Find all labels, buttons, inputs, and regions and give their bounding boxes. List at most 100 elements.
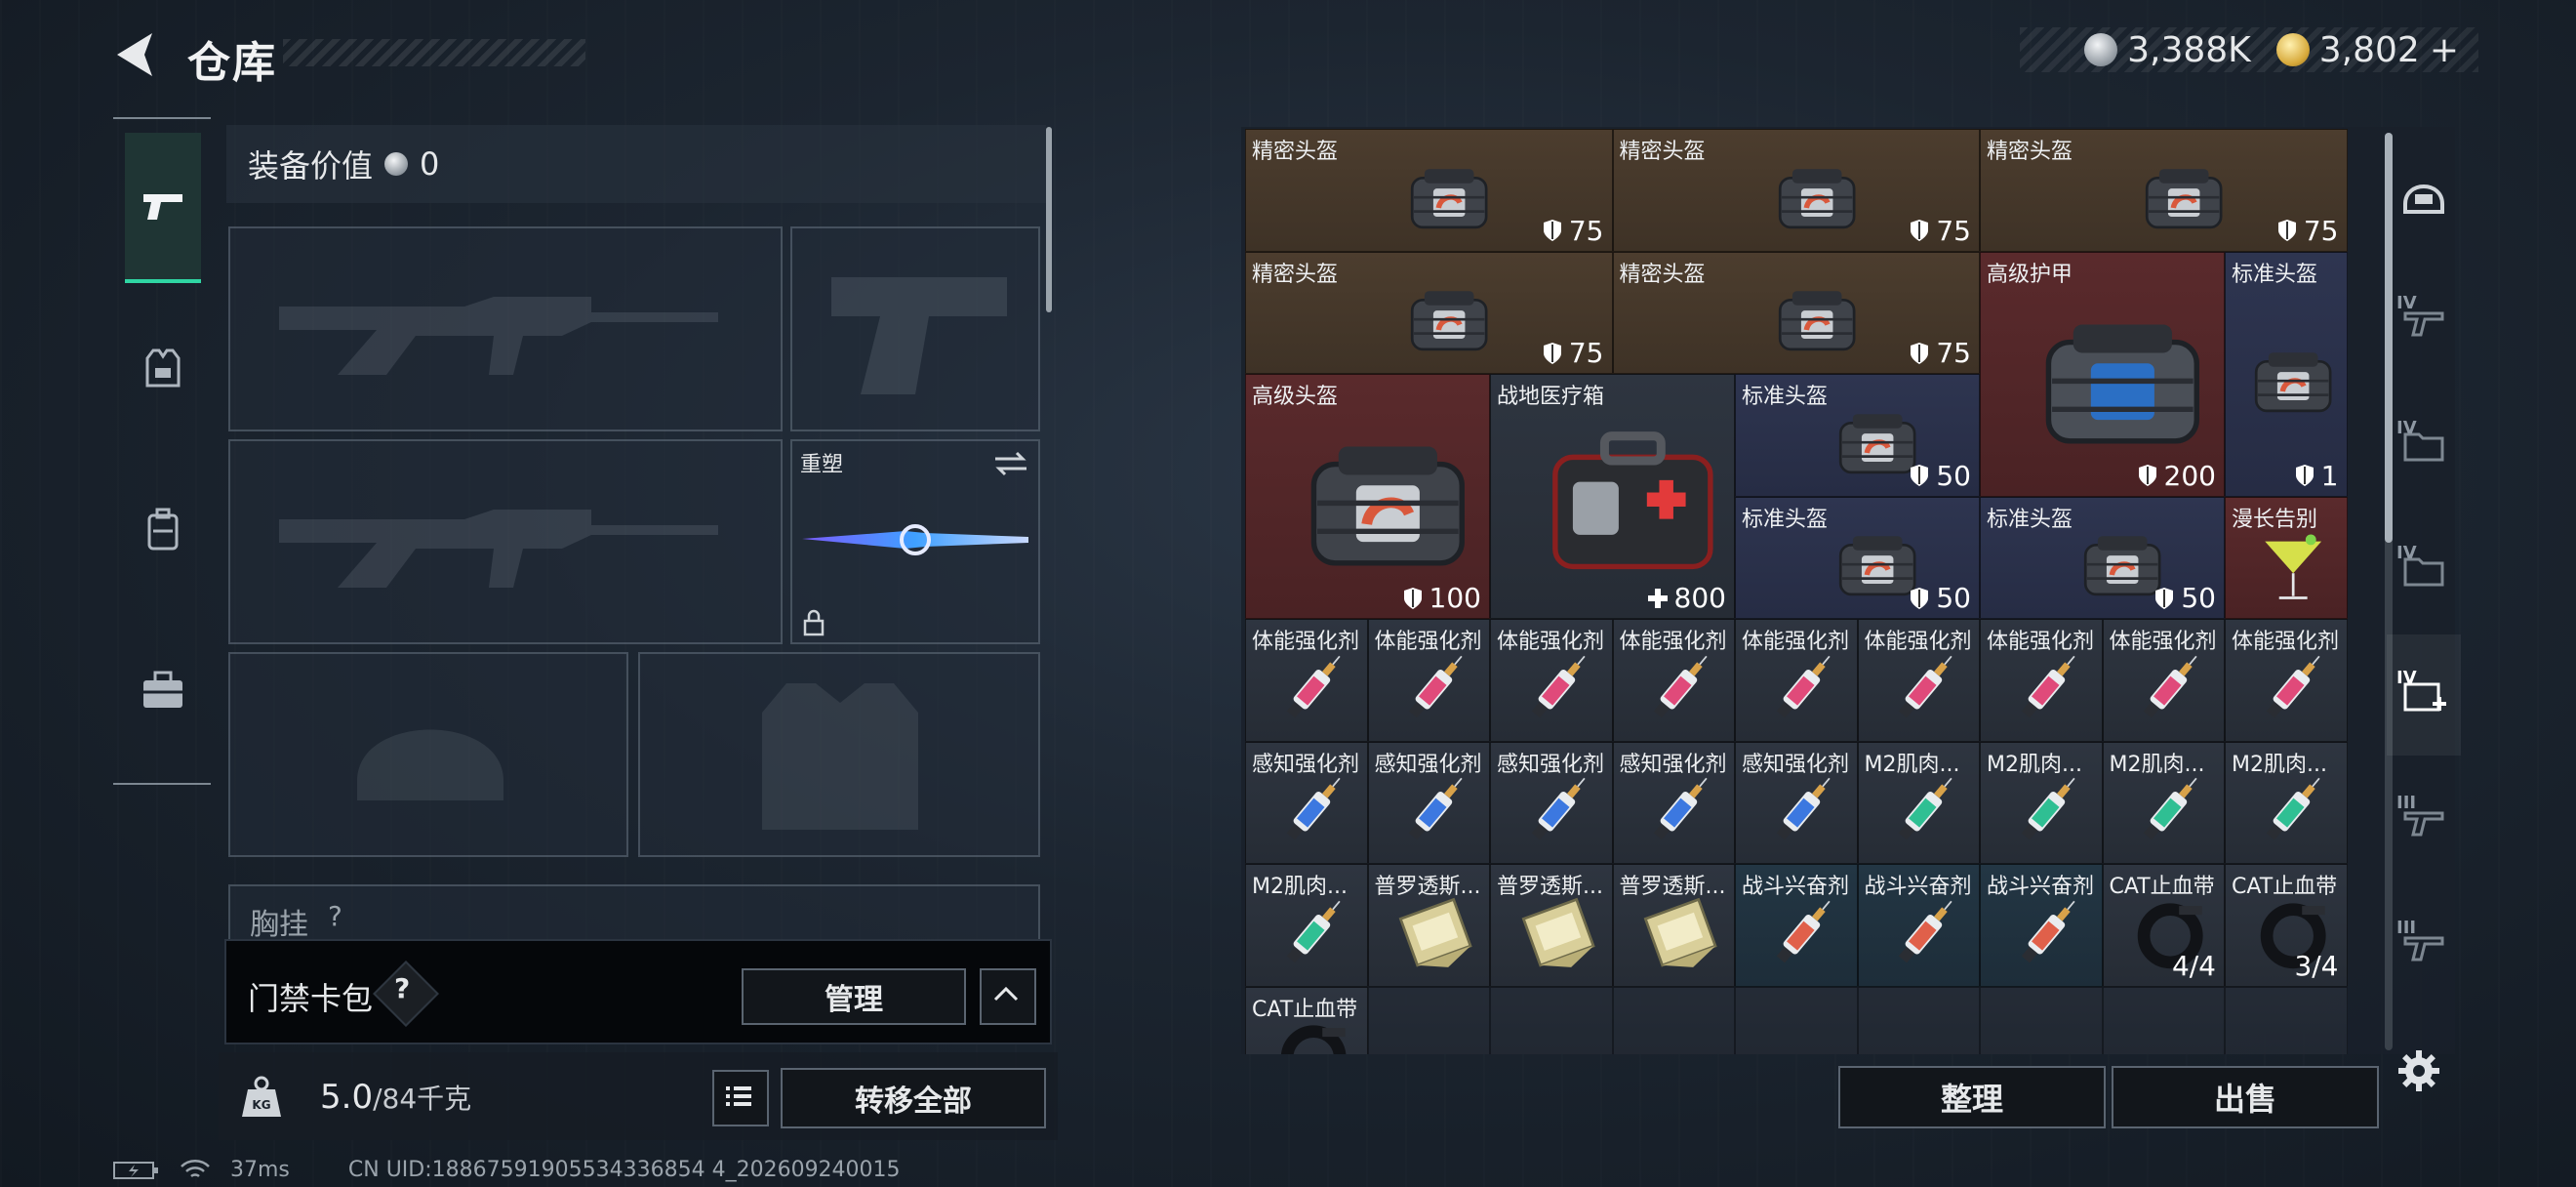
loadout-panel: 装备价值 0 重塑 胸挂 ? xyxy=(226,125,1054,945)
loadout-scrollbar[interactable] xyxy=(1046,127,1052,312)
stash-item[interactable]: 体能强化剂 xyxy=(1245,619,1368,742)
empty-stash-cell[interactable] xyxy=(1735,986,1858,1054)
stash-item[interactable]: 普罗透斯... xyxy=(1367,864,1490,987)
filter-weapon-iv[interactable]: IV xyxy=(2387,260,2461,381)
stash-item[interactable]: CAT止血带 3/4 xyxy=(2225,864,2348,987)
stash-item[interactable]: 精密头盔 75 xyxy=(1980,129,2348,252)
stash-item[interactable]: 体能强化剂 xyxy=(1612,619,1735,742)
stash-item[interactable]: 感知强化剂 xyxy=(1367,741,1490,864)
helmet-icon xyxy=(2403,184,2444,214)
silver-currency[interactable]: 3,388K xyxy=(2084,30,2251,70)
stash-item[interactable]: 感知强化剂 xyxy=(1490,741,1613,864)
list-view-button[interactable] xyxy=(712,1070,769,1126)
stash-item[interactable]: 标准头盔 1 xyxy=(2225,251,2348,497)
weight-capacity: /84 xyxy=(373,1083,418,1115)
backpack-tab[interactable] xyxy=(125,457,201,603)
stash-item-name: 普罗透斯... xyxy=(1497,875,1603,899)
stash-item[interactable]: 感知强化剂 xyxy=(1735,741,1858,864)
helmet-slot[interactable] xyxy=(228,652,628,857)
sidearm-slot[interactable] xyxy=(790,226,1040,431)
weight-icon[interactable]: KG xyxy=(238,1074,285,1121)
stash-item-value: 4/4 xyxy=(2172,950,2216,982)
back-arrow-icon[interactable] xyxy=(109,27,164,82)
stash-item[interactable]: 战斗兴奋剂 xyxy=(1857,864,1980,987)
briefcase-icon xyxy=(143,671,182,708)
secondary-weapon-slot[interactable] xyxy=(228,439,783,644)
stash-item[interactable]: CAT止血带 4/4 xyxy=(2102,864,2225,987)
gold-currency[interactable]: 3,802 + xyxy=(2275,30,2459,70)
stash-item[interactable]: 普罗透斯... xyxy=(1490,864,1613,987)
stash-item[interactable]: 体能强化剂 xyxy=(1367,619,1490,742)
stash-item-value-text: 75 xyxy=(1568,214,1604,247)
stash-item[interactable]: 感知强化剂 xyxy=(1612,741,1735,864)
armor-icon xyxy=(2045,324,2200,444)
stash-item-name: 感知强化剂 xyxy=(1252,752,1360,777)
syringe-orange-icon xyxy=(1776,900,1831,962)
stash-item[interactable]: 标准头盔 50 xyxy=(1980,496,2225,619)
filter-helmet[interactable] xyxy=(2387,135,2461,256)
stash-item[interactable]: 战地医疗箱 800 xyxy=(1490,374,1735,619)
filter-medkit-iv[interactable]: IV xyxy=(2387,634,2461,756)
stash-item[interactable]: M2肌肉... xyxy=(1857,741,1980,864)
stash-item-name: 体能强化剂 xyxy=(2109,630,2217,654)
filter-weapon-iii-2[interactable]: III xyxy=(2387,884,2461,1005)
stash-item[interactable]: 精密头盔 75 xyxy=(1612,129,1980,252)
filter-folder-iv-2[interactable]: IV xyxy=(2387,510,2461,631)
gear-tab[interactable] xyxy=(125,295,201,441)
stash-item[interactable]: 精密头盔 75 xyxy=(1245,129,1613,252)
stash-item[interactable]: M2肌肉... xyxy=(2102,741,2225,864)
stash-item[interactable]: 体能强化剂 xyxy=(2225,619,2348,742)
empty-stash-cell[interactable] xyxy=(1980,986,2103,1054)
add-gold-button[interactable]: + xyxy=(2430,30,2459,70)
stash-item[interactable]: 体能强化剂 xyxy=(2102,619,2225,742)
filter-folder-iv[interactable]: IV xyxy=(2387,385,2461,506)
stash-item-name: 体能强化剂 xyxy=(1252,630,1360,654)
stash-item[interactable]: 精密头盔 75 xyxy=(1612,251,1980,374)
stash-item[interactable]: 战斗兴奋剂 xyxy=(1735,864,1858,987)
stash-item[interactable]: 感知强化剂 xyxy=(1245,741,1368,864)
empty-stash-cell[interactable] xyxy=(2225,986,2348,1054)
transfer-all-button[interactable]: 转移全部 xyxy=(781,1068,1046,1128)
stash-item[interactable]: 战斗兴奋剂 xyxy=(1980,864,2103,987)
stash-item[interactable]: M2肌肉... xyxy=(2225,741,2348,864)
stash-item[interactable]: 漫长告别 xyxy=(2225,496,2348,619)
pack-icon xyxy=(1521,897,1595,967)
tier-label: IV xyxy=(2396,418,2417,438)
stash-item[interactable]: 体能强化剂 xyxy=(1735,619,1858,742)
gear-icon[interactable] xyxy=(2395,1046,2443,1095)
stash-item[interactable]: 体能强化剂 xyxy=(1857,619,1980,742)
stash-item-name: 精密头盔 xyxy=(1987,140,2073,164)
collapse-button[interactable] xyxy=(980,968,1036,1025)
silver-coin-icon xyxy=(2084,33,2118,66)
weight-current: 5.0 xyxy=(320,1078,374,1117)
sell-button[interactable]: 出售 xyxy=(2112,1066,2379,1128)
stash-item[interactable]: M2肌肉... xyxy=(1245,864,1368,987)
melee-slot[interactable]: 重塑 xyxy=(790,439,1040,644)
empty-stash-cell[interactable] xyxy=(2102,986,2225,1054)
stash-item[interactable]: 体能强化剂 xyxy=(1490,619,1613,742)
empty-stash-cell[interactable] xyxy=(1612,986,1735,1054)
stash-item[interactable]: 标准头盔 50 xyxy=(1735,374,1980,497)
stash-item[interactable]: 精密头盔 75 xyxy=(1245,251,1613,374)
empty-stash-cell[interactable] xyxy=(1490,986,1613,1054)
stash-item[interactable]: 普罗透斯... xyxy=(1612,864,1735,987)
supplies-tab[interactable] xyxy=(125,617,201,763)
stash-item[interactable]: M2肌肉... xyxy=(1980,741,2103,864)
stash-item-value-text: 75 xyxy=(1568,337,1604,369)
stash-item[interactable]: 高级头盔 100 xyxy=(1245,374,1490,619)
manage-button[interactable]: 管理 xyxy=(742,968,966,1025)
weapons-tab[interactable] xyxy=(125,133,201,283)
stash-item[interactable]: 高级护甲 200 xyxy=(1980,251,2225,497)
chest-rig-slot[interactable]: 胸挂 ? xyxy=(228,884,1040,945)
filter-weapon-iii[interactable]: III xyxy=(2387,759,2461,880)
stash-item[interactable]: 标准头盔 50 xyxy=(1735,496,1980,619)
sort-button[interactable]: 整理 xyxy=(1838,1066,2106,1128)
armor-slot[interactable] xyxy=(638,652,1040,857)
swap-icon[interactable] xyxy=(991,449,1030,478)
stash-item[interactable]: 体能强化剂 xyxy=(1980,619,2103,742)
primary-weapon-slot[interactable] xyxy=(228,226,783,431)
stash-item[interactable]: CAT止血带 xyxy=(1245,986,1368,1054)
empty-stash-cell[interactable] xyxy=(1857,986,1980,1054)
empty-stash-cell[interactable] xyxy=(1367,986,1490,1054)
uid-readout: CN UID:18867591905534336854 4_2026092400… xyxy=(347,1158,901,1182)
